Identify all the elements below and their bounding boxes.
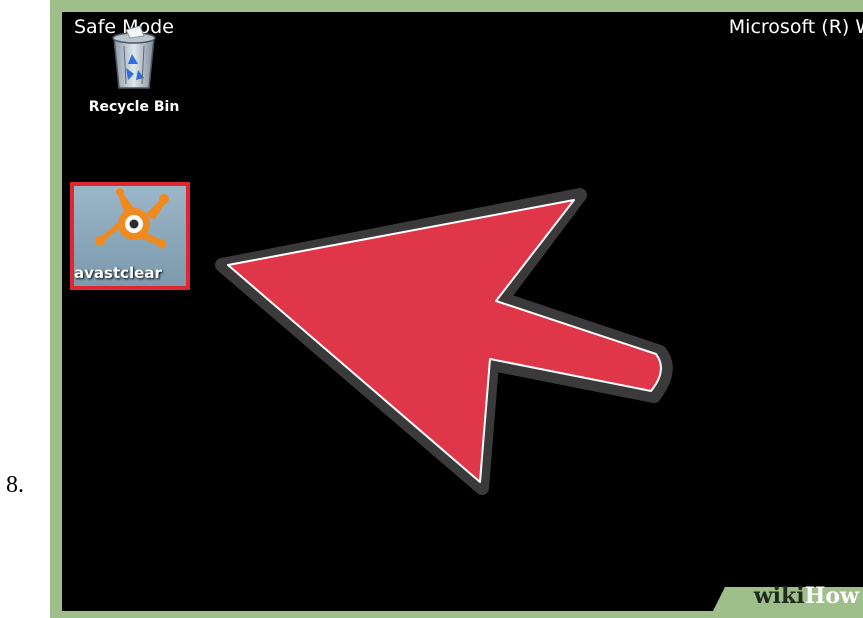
desktop[interactable]: Safe Mode Microsoft (R) Wi xyxy=(62,12,863,611)
watermark-how: How xyxy=(804,583,859,609)
wikihow-watermark: wikiHow xyxy=(703,577,863,611)
watermark-text: wikiHow xyxy=(754,583,859,609)
step-number: 8. xyxy=(6,472,24,498)
annotation-arrow-icon xyxy=(215,188,673,495)
screenshot-frame: Safe Mode Microsoft (R) Wi xyxy=(50,0,863,618)
watermark-wiki: wiki xyxy=(753,583,805,609)
